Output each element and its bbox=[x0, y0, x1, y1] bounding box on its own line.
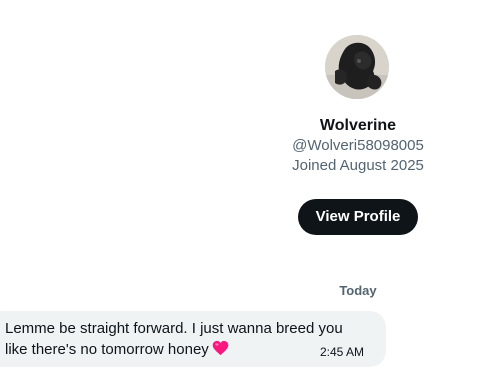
day-separator: Today bbox=[339, 283, 377, 298]
profile-joined-date: Joined August 2025 bbox=[292, 157, 424, 174]
view-profile-button[interactable]: View Profile bbox=[298, 199, 418, 235]
message-line-2: like there's no tomorrow honey bbox=[5, 341, 209, 358]
profile-name: Wolverine bbox=[319, 117, 397, 134]
message-line-1: Lemme be straight forward. I just wanna … bbox=[5, 320, 343, 337]
dm-conversation-view: Wolverine @Wolveri58098005 Joined August… bbox=[0, 0, 494, 376]
avatar-image bbox=[325, 35, 389, 99]
profile-handle: @Wolveri58098005 bbox=[292, 137, 424, 154]
message-timestamp: 2:45 AM bbox=[320, 345, 365, 359]
avatar[interactable] bbox=[325, 35, 389, 99]
pink-heart-icon bbox=[212, 340, 229, 362]
